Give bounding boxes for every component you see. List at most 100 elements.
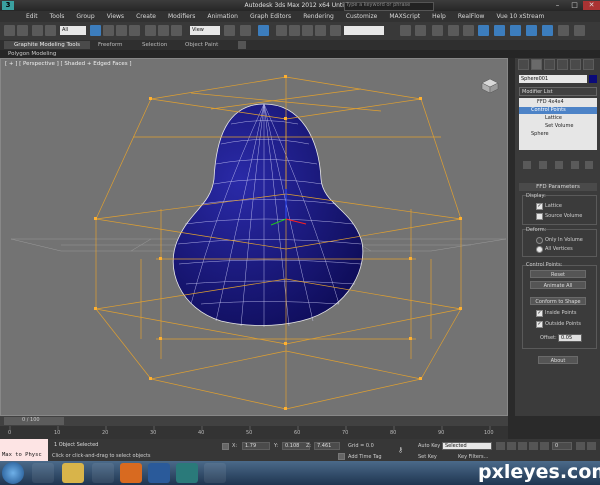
set-key-icon[interactable]: ⚷: [398, 446, 410, 454]
menu-views[interactable]: Views: [101, 13, 130, 20]
x-coordinate-field[interactable]: 1.79: [242, 442, 270, 450]
ribbon-minimize-icon[interactable]: [238, 41, 246, 49]
select-link-icon[interactable]: [32, 25, 43, 36]
menu-create[interactable]: Create: [130, 13, 162, 20]
stack-item-ffd[interactable]: FFD 4x4x4: [519, 99, 597, 106]
rectangular-selection-icon[interactable]: [116, 25, 127, 36]
current-frame-field[interactable]: 0: [552, 442, 572, 450]
menu-realflow[interactable]: RealFlow: [452, 13, 491, 20]
scale-icon[interactable]: [171, 25, 182, 36]
go-to-end-icon[interactable]: [540, 442, 549, 450]
time-slider[interactable]: [0, 416, 508, 426]
viewcube-icon[interactable]: [479, 77, 501, 95]
menu-customize[interactable]: Customize: [340, 13, 384, 20]
menu-rendering[interactable]: Rendering: [297, 13, 340, 20]
minimize-button[interactable]: –: [549, 1, 566, 10]
pin-stack-icon[interactable]: [523, 161, 531, 169]
previous-frame-icon[interactable]: [507, 442, 516, 450]
about-button[interactable]: About: [538, 356, 578, 364]
close-button[interactable]: ✕: [583, 1, 600, 10]
menu-help[interactable]: Help: [426, 13, 452, 20]
angle-snap-icon[interactable]: [289, 25, 300, 36]
lock-selection-icon[interactable]: [222, 443, 229, 450]
window-crossing-icon[interactable]: [129, 25, 140, 36]
go-to-start-icon[interactable]: [496, 442, 505, 450]
layer-manager-icon[interactable]: [432, 25, 443, 36]
viewport-label[interactable]: [ + ] [ Perspective ] [ Shaded + Edged F…: [5, 61, 132, 67]
edit-named-selection-icon[interactable]: [330, 25, 341, 36]
tab-freeform[interactable]: Freeform: [98, 41, 123, 49]
snaps-toggle-icon[interactable]: [276, 25, 287, 36]
named-selection-dropdown[interactable]: [344, 26, 384, 35]
redo-icon[interactable]: [17, 25, 28, 36]
modifier-list-dropdown[interactable]: Modifier List: [519, 87, 597, 96]
object-color-swatch[interactable]: [589, 75, 597, 83]
schematic-view-icon[interactable]: [478, 25, 489, 36]
animate-all-button[interactable]: Animate All: [530, 281, 586, 289]
create-tab-icon[interactable]: [518, 59, 529, 70]
render-iterative-icon[interactable]: [558, 25, 569, 36]
reference-coordinate-dropdown[interactable]: View: [190, 26, 220, 35]
reset-button[interactable]: Reset: [530, 270, 586, 278]
selection-filter-dropdown[interactable]: All: [60, 26, 86, 35]
undo-icon[interactable]: [4, 25, 15, 36]
remove-modifier-icon[interactable]: [571, 161, 579, 169]
tab-graphite-modeling-tools[interactable]: Graphite Modeling Tools: [4, 41, 90, 49]
select-object-icon[interactable]: [90, 25, 101, 36]
menu-maxscript[interactable]: MAXScript: [383, 13, 426, 20]
track-bar[interactable]: [0, 426, 508, 439]
select-manipulate-icon[interactable]: [240, 25, 251, 36]
pivot-center-icon[interactable]: [224, 25, 235, 36]
menu-graph-editors[interactable]: Graph Editors: [244, 13, 297, 20]
polygon-modeling-label[interactable]: Polygon Modeling: [8, 51, 56, 57]
select-by-name-icon[interactable]: [103, 25, 114, 36]
internet-explorer-icon[interactable]: [32, 463, 54, 483]
stack-item-control-points[interactable]: Control Points: [519, 107, 597, 114]
tab-object-paint[interactable]: Object Paint: [185, 41, 218, 49]
configure-modifier-sets-icon[interactable]: [585, 161, 593, 169]
media-player-icon[interactable]: [92, 463, 114, 483]
align-icon[interactable]: [415, 25, 426, 36]
render-setup-icon[interactable]: [510, 25, 521, 36]
curve-editor-icon[interactable]: [463, 25, 474, 36]
stack-item-sphere[interactable]: Sphere: [519, 131, 597, 138]
zoom-icon[interactable]: [576, 442, 585, 450]
add-time-tag[interactable]: Add Time Tag: [348, 454, 382, 460]
conform-to-shape-button[interactable]: Conform to Shape: [530, 297, 586, 305]
menu-modifiers[interactable]: Modifiers: [162, 13, 201, 20]
key-mode-dropdown[interactable]: Selected: [442, 442, 492, 450]
add-time-tag-icon[interactable]: [338, 453, 345, 460]
photoshop-icon[interactable]: [148, 463, 170, 483]
percent-snap-icon[interactable]: [302, 25, 313, 36]
play-icon[interactable]: [518, 442, 527, 450]
menu-vue-xstream[interactable]: Vue 10 xStream: [490, 13, 550, 20]
menu-edit[interactable]: Edit: [20, 13, 44, 20]
only-in-volume-radio[interactable]: [536, 237, 543, 244]
motion-tab-icon[interactable]: [557, 59, 568, 70]
move-icon[interactable]: [145, 25, 156, 36]
render-production-icon[interactable]: [542, 25, 553, 36]
pan-icon[interactable]: [587, 442, 596, 450]
menu-group[interactable]: Group: [70, 13, 100, 20]
keyboard-shortcut-toggle-icon[interactable]: [258, 25, 269, 36]
tab-selection[interactable]: Selection: [142, 41, 167, 49]
z-coordinate-field[interactable]: 7.461: [314, 442, 340, 450]
unlink-icon[interactable]: [45, 25, 56, 36]
mirror-icon[interactable]: [400, 25, 411, 36]
next-frame-icon[interactable]: [529, 442, 538, 450]
maximize-button[interactable]: □: [566, 1, 583, 10]
all-vertices-radio[interactable]: [536, 246, 543, 253]
lattice-checkbox[interactable]: ✓: [536, 203, 543, 210]
graphite-toggle-icon[interactable]: [448, 25, 459, 36]
modify-tab-icon[interactable]: [531, 59, 542, 70]
show-end-result-icon[interactable]: [539, 161, 547, 169]
explorer-folder-icon[interactable]: [62, 463, 84, 483]
offset-spinner[interactable]: 0.05: [558, 334, 582, 342]
media-center-icon[interactable]: [204, 463, 226, 483]
activeshade-icon[interactable]: [574, 25, 585, 36]
stack-item-set-volume[interactable]: Set Volume: [519, 123, 597, 130]
key-filters-button[interactable]: Key Filters...: [458, 454, 488, 460]
source-volume-checkbox[interactable]: [536, 213, 543, 220]
start-button-icon[interactable]: [2, 462, 24, 484]
utilities-tab-icon[interactable]: [583, 59, 594, 70]
